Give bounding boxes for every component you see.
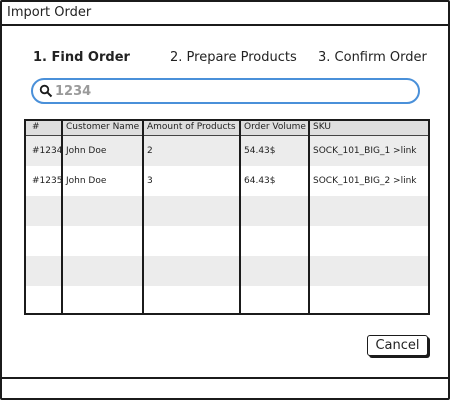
cell-amount-of-products: 3	[147, 176, 153, 186]
header-sku: SKU	[313, 122, 331, 132]
header-order-volume: Order Volume	[244, 122, 306, 132]
step-prepare-products[interactable]: 2. Prepare Products	[170, 50, 297, 65]
step-confirm-order[interactable]: 3. Confirm Order	[318, 50, 427, 65]
header-number: #	[32, 122, 40, 132]
cell-order-volume: 64.43$	[244, 176, 276, 186]
empty-row	[26, 196, 428, 226]
table-header: # Customer Name Amount of Products Order…	[26, 121, 428, 136]
empty-row	[26, 286, 428, 313]
orders-table: # Customer Name Amount of Products Order…	[24, 119, 430, 315]
empty-row	[26, 226, 428, 256]
cell-order-number: #1235	[32, 176, 63, 186]
search-icon	[39, 84, 53, 98]
column-divider	[61, 121, 63, 313]
table-row[interactable]: #1235 John Doe 3 64.43$ SOCK_101_BIG_2 >…	[26, 166, 428, 196]
cell-sku-link[interactable]: SOCK_101_BIG_1 >link	[313, 146, 417, 156]
title-bar: Import Order	[2, 2, 448, 26]
cell-order-volume: 54.43$	[244, 146, 276, 156]
search-input[interactable]	[55, 82, 405, 100]
cell-sku-link[interactable]: SOCK_101_BIG_2 >link	[313, 176, 417, 186]
cancel-button[interactable]: Cancel	[367, 335, 428, 356]
window-title: Import Order	[7, 5, 92, 20]
cell-customer-name: John Doe	[66, 176, 107, 186]
cell-amount-of-products: 2	[147, 146, 153, 156]
order-search-box[interactable]	[31, 78, 420, 104]
cell-order-number: #1234	[32, 146, 63, 156]
step-find-order[interactable]: 1. Find Order	[33, 50, 130, 65]
column-divider	[308, 121, 310, 313]
column-divider	[239, 121, 241, 313]
cell-customer-name: John Doe	[66, 146, 107, 156]
empty-row	[26, 256, 428, 286]
table-row[interactable]: #1234 John Doe 2 54.43$ SOCK_101_BIG_1 >…	[26, 136, 428, 166]
wizard-steps: 1. Find Order 2. Prepare Products 3. Con…	[2, 50, 448, 70]
column-divider	[142, 121, 144, 313]
header-amount-of-products: Amount of Products	[147, 122, 236, 132]
import-order-window: Import Order 1. Find Order 2. Prepare Pr…	[0, 0, 450, 400]
status-bar	[2, 377, 448, 379]
header-customer-name: Customer Name	[66, 122, 140, 132]
